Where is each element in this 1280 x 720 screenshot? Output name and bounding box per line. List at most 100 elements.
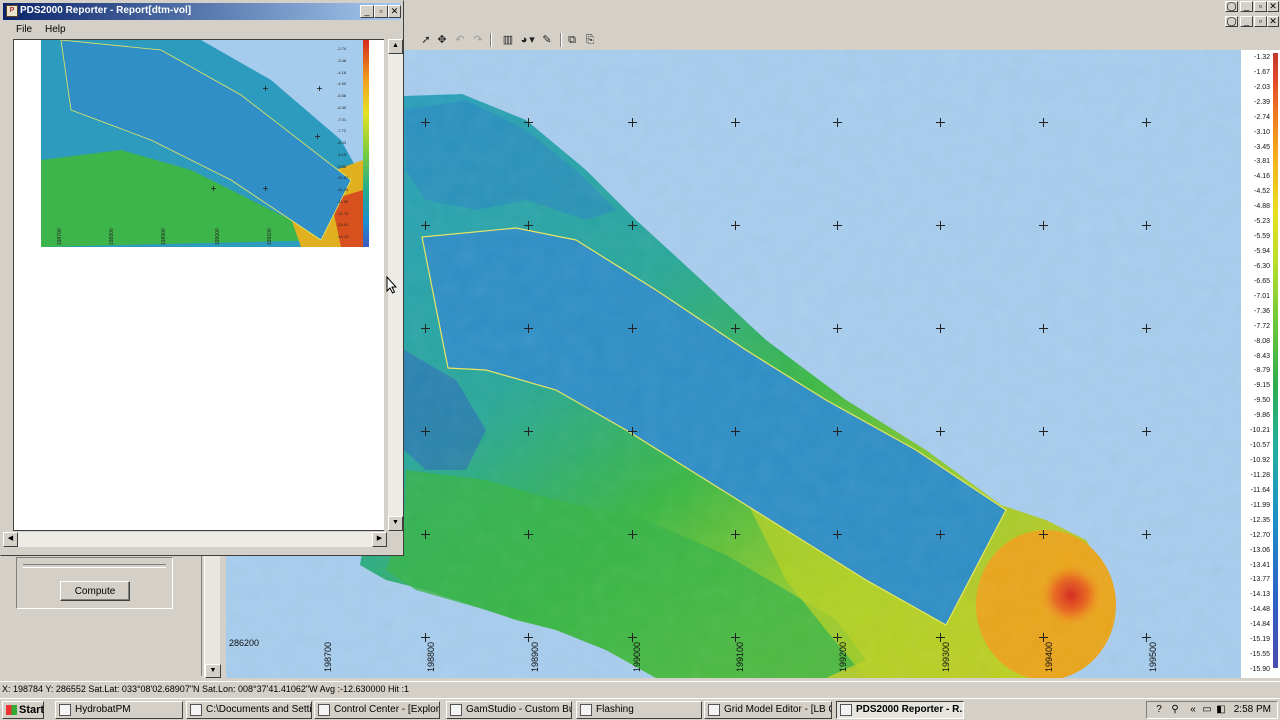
- mdi-restore-icon[interactable]: ◯: [1225, 16, 1238, 27]
- legend-tick-label: -10.21: [1250, 427, 1270, 435]
- legend-tool-icon[interactable]: ▥: [500, 32, 516, 48]
- minimize-button[interactable]: _: [360, 5, 374, 18]
- grid-crosshair: [936, 633, 945, 642]
- tray-collapse-icon[interactable]: «: [1187, 704, 1199, 716]
- taskbar-button-label: HydrobatPM: [75, 704, 131, 715]
- taskbar-button[interactable]: Flashing: [576, 701, 702, 719]
- thumbnail-legend-tick: -12.70: [337, 210, 349, 216]
- clock: 2:58 PM: [1233, 704, 1271, 715]
- app-icon: [708, 704, 720, 716]
- x-axis-label: 199100: [735, 641, 745, 672]
- maximize-button[interactable]: ▫: [1254, 1, 1267, 12]
- layer-tool-icon[interactable]: ✎: [539, 32, 555, 48]
- windows-taskbar: Start HydrobatPM C:\Documents and Settin.…: [0, 698, 1280, 720]
- taskbar-button[interactable]: Control Center - [Explorer]: [314, 701, 440, 719]
- legend-tick-label: -14.13: [1250, 591, 1270, 599]
- grid-crosshair: [1039, 324, 1048, 333]
- thumbnail-crosshair-v: [317, 134, 318, 139]
- toolbar-separator: [490, 33, 492, 47]
- dropdown-arrow-icon[interactable]: ▾: [528, 32, 536, 48]
- thumbnail-legend-tick: -9.15: [337, 151, 347, 157]
- legend-tick-label: -14.84: [1250, 621, 1270, 629]
- windows-flag-icon: [6, 705, 17, 715]
- display-icon[interactable]: ▭: [1201, 704, 1213, 716]
- legend-tick-label: -11.28: [1250, 471, 1270, 479]
- mdi-maximize-button[interactable]: ▫: [1254, 16, 1267, 27]
- mdi-minimize-button[interactable]: _: [1240, 16, 1253, 27]
- taskbar-button[interactable]: C:\Documents and Settin...: [186, 701, 312, 719]
- network-icon[interactable]: ⚲: [1169, 704, 1181, 716]
- thumbnail-legend-tick: -4.90: [337, 81, 347, 87]
- panel-vertical-scrollbar[interactable]: ▼: [204, 555, 221, 678]
- legend-tick-label: -15.55: [1250, 651, 1270, 659]
- grid-crosshair: [1142, 633, 1151, 642]
- help-icon[interactable]: ?: [1153, 704, 1165, 716]
- app-icon: [190, 704, 202, 716]
- legend-tick-label: -5.94: [1254, 248, 1270, 256]
- app-icon: [450, 704, 462, 716]
- legend-tick-label: -6.65: [1254, 277, 1270, 285]
- scroll-down-icon[interactable]: ▼: [205, 664, 221, 678]
- scroll-left-icon[interactable]: ◀: [3, 532, 18, 547]
- app-icon: [580, 704, 592, 716]
- redo-icon[interactable]: ↷: [470, 32, 486, 48]
- taskbar-button[interactable]: Grid Model Editor - [LB Q...: [704, 701, 832, 719]
- status-bar: X: 198784 Y: 286552 Sat.Lat: 033°08'02.6…: [0, 681, 1280, 698]
- grid-crosshair: [421, 427, 430, 436]
- thumbnail-legend-tick: -6.30: [337, 104, 347, 110]
- pointer-tool-icon[interactable]: ➚: [418, 32, 434, 48]
- grid-crosshair: [833, 221, 842, 230]
- maximize-button[interactable]: ▫: [374, 5, 388, 18]
- legend-color-bar: [1273, 53, 1278, 668]
- grid-crosshair: [1142, 427, 1151, 436]
- taskbar-button-label: Control Center - [Explorer]: [334, 704, 440, 715]
- minimize-button[interactable]: _: [1240, 1, 1253, 12]
- start-label: Start: [19, 704, 45, 716]
- legend-tick-label: -7.72: [1254, 322, 1270, 330]
- undo-icon[interactable]: ↶: [452, 32, 468, 48]
- taskbar-button[interactable]: PDS2000 Reporter - R...: [836, 701, 964, 719]
- grid-crosshair: [628, 427, 637, 436]
- mdi-close-button[interactable]: ✕: [1267, 16, 1279, 27]
- thumbnail-legend-tick: -10.57: [337, 175, 349, 181]
- volume-icon[interactable]: ◧: [1215, 704, 1227, 716]
- grid-crosshair: [524, 221, 533, 230]
- start-button[interactable]: Start: [2, 701, 44, 719]
- report-preview[interactable]: -2.74 -3.48 -4.16 -4.90 -5.58 -6.30 -7.01 -7.72…: [13, 39, 384, 531]
- close-button[interactable]: ✕: [1267, 1, 1279, 12]
- menu-file[interactable]: File: [16, 24, 32, 35]
- restore-icon[interactable]: ◯: [1225, 1, 1238, 12]
- legend-tick-label: -10.57: [1250, 442, 1270, 450]
- taskbar-button[interactable]: HydrobatPM: [55, 701, 183, 719]
- x-axis-label: 198800: [426, 641, 436, 672]
- resize-grip[interactable]: [387, 532, 403, 547]
- scroll-up-icon[interactable]: ▲: [388, 39, 403, 54]
- pan-tool-icon[interactable]: ✥: [434, 32, 450, 48]
- legend-tick-label: -12.35: [1250, 516, 1270, 524]
- thumbnail-legend-tick: -11.99: [337, 198, 349, 204]
- grid-crosshair: [421, 324, 430, 333]
- grid-crosshair: [1039, 530, 1048, 539]
- legend-tick-label: -14.48: [1250, 606, 1270, 614]
- grid-crosshair: [936, 118, 945, 127]
- grid-crosshair: [524, 427, 533, 436]
- scroll-down-icon[interactable]: ▼: [388, 516, 403, 531]
- scroll-right-icon[interactable]: ▶: [372, 532, 387, 547]
- taskbar-button-label: C:\Documents and Settin...: [206, 704, 312, 715]
- compute-button[interactable]: Compute: [60, 581, 130, 601]
- x-axis-label: 199400: [1044, 641, 1054, 672]
- legend-tick-label: -5.23: [1254, 218, 1270, 226]
- grid-crosshair: [628, 221, 637, 230]
- legend-tick-label: -8.08: [1254, 337, 1270, 345]
- grid-crosshair: [628, 530, 637, 539]
- menu-help[interactable]: Help: [45, 24, 66, 35]
- legend-tick-label: -15.90: [1250, 666, 1270, 673]
- taskbar-button[interactable]: GamStudio - Custom Build: [446, 701, 572, 719]
- export-view-icon[interactable]: ⎘: [582, 32, 598, 48]
- reporter-horizontal-scrollbar[interactable]: ◀ ▶: [3, 532, 387, 547]
- close-button[interactable]: ✕: [388, 5, 401, 18]
- reporter-titlebar[interactable]: P PDS2000 Reporter - Report[dtm-vol] _ ▫…: [3, 3, 401, 20]
- copy-view-icon[interactable]: ⧉: [564, 32, 580, 48]
- legend-tick-label: -8.79: [1254, 367, 1270, 375]
- reporter-title: PDS2000 Reporter - Report[dtm-vol]: [20, 5, 192, 16]
